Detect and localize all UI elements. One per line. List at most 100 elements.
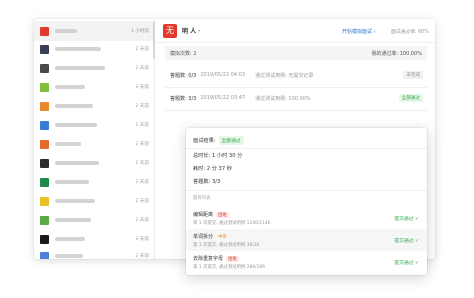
sidebar-item-time: 2 天前 [135, 199, 149, 204]
problem-row[interactable]: 去除重复字母 困难 第 1 次提交, 通过测试用例 286/286 提交通过 ✓ [186, 251, 427, 273]
interview-pass-rate: 面试通过率: 60% [391, 30, 429, 35]
app-icon [40, 63, 49, 73]
sidebar-item-time: 2 天前 [135, 123, 149, 128]
difficulty-badge: 困难 [226, 255, 239, 262]
app-logo: 无 [163, 23, 177, 38]
blurred-label [55, 161, 99, 165]
start-mock-interview-link[interactable]: 开始模拟面试 › [342, 28, 376, 35]
result-label: 面试结果: [193, 138, 216, 144]
sidebar-item[interactable]: 2 天前 [34, 134, 155, 154]
record-row[interactable]: 答题数: 0/3 2019/05/22 04:03 通过测试用例: 无提交记录 … [165, 68, 427, 82]
status-badge: 全部通过 [398, 94, 423, 102]
record-result: 通过测试用例: 100.00% [255, 95, 311, 102]
problem-title-row: 编辑距离 困难 [193, 211, 229, 218]
sidebar-item-time: 2 天前 [135, 180, 149, 185]
app-icon [40, 139, 49, 149]
divider [165, 110, 427, 111]
sidebar-item[interactable]: 2 天前 [34, 191, 155, 211]
sidebar-item-time: 2 天前 [135, 161, 149, 166]
app-icon [40, 44, 49, 54]
blurred-label [55, 66, 105, 70]
blurred-label [55, 29, 77, 33]
sidebar-item[interactable]: 2 天前 [34, 77, 155, 97]
total-time: 总时长: 1 小时 30 分 [193, 153, 243, 159]
sidebar-item[interactable]: 2 天前 [34, 172, 155, 192]
interview-result-popup: 面试结果: 全部通过 总时长: 1 小时 30 分 耗时: 2 分 37 秒 答… [186, 128, 427, 275]
sidebar-item[interactable]: 1 小时前 [34, 21, 155, 41]
app-icon [40, 234, 49, 244]
result-badge: 全部通过 [218, 136, 244, 145]
problem-detail: 第 1 次提交, 通过测试用例 36/36 [193, 243, 260, 248]
app-icon [40, 101, 49, 111]
app-icon [40, 82, 49, 92]
blurred-label [55, 85, 85, 89]
app-icon [40, 26, 49, 36]
record-result: 通过测试用例: 无提交记录 [255, 72, 314, 79]
status-badge: 未完成 [403, 71, 423, 79]
screenshot-stage: 1 小时前 2 天前 2 天前 2 天前 2 天前 2 天前 2 天前 2 天前… [0, 0, 474, 298]
problem-name[interactable]: 单词拆分 [193, 233, 213, 240]
problem-row[interactable]: 单词拆分 中等 第 1 次提交, 通过测试用例 36/36 提交通过 ✓ [186, 229, 427, 251]
divider [165, 87, 427, 88]
blurred-label [55, 199, 95, 203]
sidebar-item-time: 2 天前 [135, 104, 149, 109]
record-row[interactable]: 答题数: 3/3 2019/05/22 03:47 通过测试用例: 100.00… [165, 91, 427, 105]
problem-list-label: 题目列表 [193, 196, 211, 201]
app-icon [40, 251, 49, 259]
record-date: 2019/05/22 04:03 [200, 72, 246, 78]
result-row: 面试结果: 全部通过 [193, 136, 244, 145]
blurred-label [55, 104, 93, 108]
record-answered: 答题数: 3/3 [170, 95, 197, 102]
sidebar-item[interactable]: 2 天前 [34, 39, 155, 59]
sidebar-item-time: 2 天前 [135, 142, 149, 147]
submission-status: 提交通过 ✓ [394, 239, 419, 244]
sidebar-item[interactable]: 2 天前 [34, 96, 155, 116]
sidebar-item[interactable]: 2 天前 [34, 115, 155, 135]
problem-detail: 第 1 次提交, 通过测试用例 286/286 [193, 265, 265, 270]
blurred-label [55, 47, 101, 51]
problem-row[interactable]: 编辑距离 困难 第 1 次提交, 通过测试用例 1146/1146 提交通过 ✓ [186, 207, 427, 229]
blurred-label [55, 254, 83, 258]
app-name: 明 人 [182, 28, 197, 35]
sidebar-item[interactable]: 2 天前 [34, 210, 155, 230]
app-icon [40, 215, 49, 225]
attempt-count: 模拟次数: 2 [170, 50, 197, 57]
difficulty-badge: 中等 [218, 234, 227, 240]
chevron-down-icon[interactable]: ▾ [198, 28, 200, 33]
sidebar-item[interactable]: 2 天前 [34, 153, 155, 173]
app-icon [40, 158, 49, 168]
difficulty-badge: 困难 [216, 211, 229, 218]
divider [186, 148, 427, 149]
problem-name[interactable]: 去除重复字母 [193, 255, 223, 262]
problem-title-row: 单词拆分 中等 [193, 233, 229, 240]
sidebar-item-time: 2 天前 [135, 254, 149, 259]
summary-bar: 模拟次数: 2 我的通过率: 100.00% [165, 46, 427, 60]
sidebar-item[interactable]: 2 天前 [34, 246, 155, 259]
problem-name[interactable]: 编辑距离 [193, 211, 213, 218]
app-icon [40, 120, 49, 130]
blurred-label [55, 123, 97, 127]
submission-status: 提交通过 ✓ [394, 261, 419, 266]
used-time: 耗时: 2 分 37 秒 [193, 166, 232, 172]
record-answered: 答题数: 0/3 [170, 72, 197, 79]
app-icon [40, 196, 49, 206]
sidebar-item-time: 2 天前 [135, 47, 149, 52]
blurred-label [55, 237, 85, 241]
sidebar-item-time: 2 天前 [135, 237, 149, 242]
answered-count: 答题数: 3/3 [193, 179, 221, 185]
sidebar-item-time: 2 天前 [135, 66, 149, 71]
sidebar-item-time: 2 天前 [135, 85, 149, 90]
sidebar-item-time: 2 天前 [135, 218, 149, 223]
sidebar-item-time: 1 小时前 [130, 29, 149, 34]
sidebar: 1 小时前 2 天前 2 天前 2 天前 2 天前 2 天前 2 天前 2 天前… [34, 19, 155, 259]
blurred-label [55, 180, 89, 184]
divider [186, 190, 427, 191]
blurred-label [55, 142, 81, 146]
app-icon [40, 177, 49, 187]
problem-title-row: 去除重复字母 困难 [193, 255, 239, 262]
submission-status: 提交通过 ✓ [394, 217, 419, 222]
record-date: 2019/05/22 03:47 [200, 95, 246, 101]
blurred-label [55, 218, 91, 222]
sidebar-item[interactable]: 2 天前 [34, 58, 155, 78]
problem-detail: 第 1 次提交, 通过测试用例 1146/1146 [193, 221, 271, 226]
